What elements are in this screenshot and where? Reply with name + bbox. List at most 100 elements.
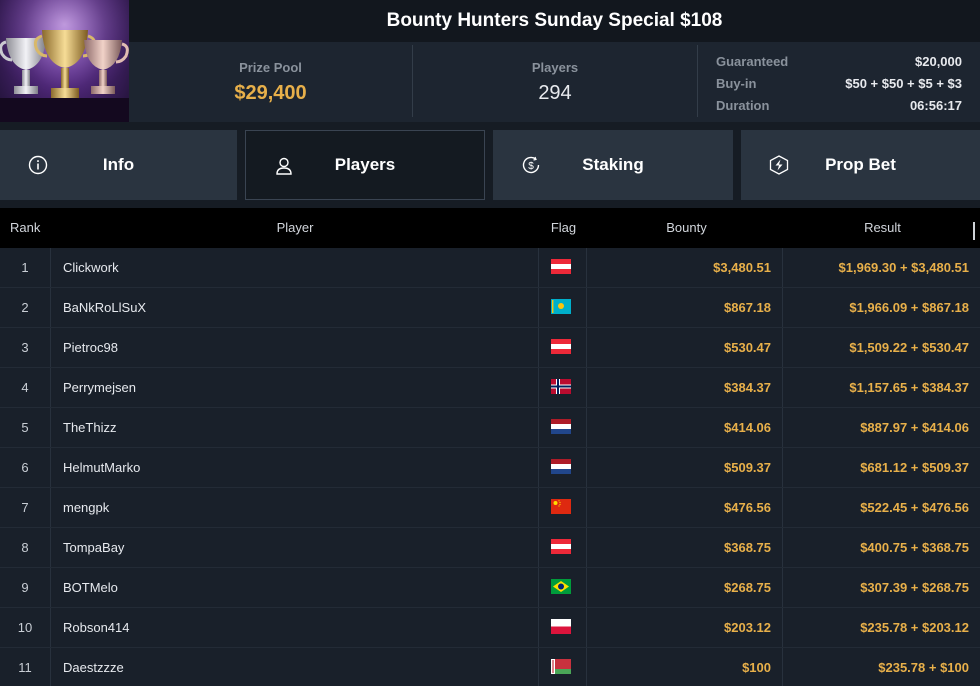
cell-divider [586,528,587,567]
player-name[interactable]: Clickwork [63,248,119,287]
result-cell: $522.45 + $476.56 [860,500,969,515]
flag-icon [551,499,571,514]
result-cell: $307.39 + $268.75 [860,580,969,595]
cell-divider [782,568,783,607]
player-name[interactable]: TheThizz [63,408,116,447]
rank-cell: 1 [21,260,29,275]
trophy-image [0,0,129,122]
title-bar: Bounty Hunters Sunday Special $108 [129,0,980,42]
flag-icon [551,619,571,634]
cell-divider [50,488,51,527]
table-row[interactable]: 5 TheThizz $414.06 $887.97 + $414.06 [0,408,980,448]
cell-divider [50,328,51,367]
column-player[interactable]: Player [50,208,540,248]
cell-divider [538,328,539,367]
cell-divider [586,328,587,367]
cell-divider [50,568,51,607]
players-label: Players [531,60,579,75]
cell-divider [586,248,587,287]
cell-divider [782,648,783,686]
duration-row: Duration 06:56:17 [716,94,962,116]
cell-divider [538,448,539,487]
result-cell: $887.97 + $414.06 [860,420,969,435]
column-flag[interactable]: Flag [540,208,587,248]
flag-icon [551,579,571,594]
bounty-cell: $867.18 [724,300,771,315]
column-bounty[interactable]: Bounty [590,208,783,248]
table-row[interactable]: 7 mengpk $476.56 $522.45 + $476.56 [0,488,980,528]
table-row[interactable]: 3 Pietroc98 $530.47 $1,509.22 + $530.47 [0,328,980,368]
player-name[interactable]: Daestzzze [63,648,124,686]
table-header: Rank Player Flag Bounty Result [0,208,980,248]
flag-icon [551,259,571,274]
cell-divider [50,368,51,407]
rank-cell: 5 [21,420,29,435]
table-row[interactable]: 8 TompaBay $368.75 $400.75 + $368.75 [0,528,980,568]
cell-divider [782,408,783,447]
column-result[interactable]: Result [785,208,980,248]
result-cell: $235.78 + $203.12 [860,620,969,635]
guaranteed-label: Guaranteed [716,53,789,69]
flag-icon [551,379,571,394]
tab-bar: Info Players $ Staking Prop Bet [0,122,980,208]
tournament-details: Guaranteed $20,000 Buy-in $50 + $50 + $5… [698,42,980,122]
dollar-coin-icon: $ [522,156,540,174]
cell-divider [50,408,51,447]
flag-icon [551,459,571,474]
cell-divider [538,648,539,686]
cell-divider [586,288,587,327]
rank-cell: 11 [18,660,32,675]
tab-players[interactable]: Players [245,130,485,200]
cell-divider [586,648,587,686]
player-name[interactable]: BOTMelo [63,568,118,607]
player-name[interactable]: BaNkRoLlSuX [63,288,146,327]
cell-divider [586,368,587,407]
result-cell: $681.12 + $509.37 [860,460,969,475]
table-row[interactable]: 11 Daestzzze $100 $235.78 + $100 [0,648,980,686]
cell-divider [538,568,539,607]
flag-icon [551,299,571,314]
buy-in-value: $50 + $50 + $5 + $3 [845,75,962,91]
flag-icon [551,539,571,554]
tournament-title: Bounty Hunters Sunday Special $108 [386,10,723,31]
player-name[interactable]: TompaBay [63,528,124,567]
cell-divider [50,288,51,327]
tab-info[interactable]: Info [0,130,237,200]
bounty-cell: $268.75 [724,580,771,595]
player-name[interactable]: Robson414 [63,608,130,647]
table-row[interactable]: 2 BaNkRoLlSuX $867.18 $1,966.09 + $867.18 [0,288,980,328]
bounty-cell: $530.47 [724,340,771,355]
player-name[interactable]: Pietroc98 [63,328,118,367]
table-row[interactable]: 1 Clickwork $3,480.51 $1,969.30 + $3,480.51 [0,248,980,288]
result-cell: $1,509.22 + $530.47 [849,340,969,355]
info-icon [28,155,48,175]
prize-pool-label: Prize Pool [239,60,302,75]
scrollbar[interactable] [973,222,975,240]
player-name[interactable]: HelmutMarko [63,448,140,487]
column-rank[interactable]: Rank [10,208,40,248]
cell-divider [50,528,51,567]
prize-pool-value: $29,400 [234,82,307,104]
rank-cell: 9 [21,580,29,595]
table-row[interactable]: 6 HelmutMarko $509.37 $681.12 + $509.37 [0,448,980,488]
rank-cell: 2 [21,300,29,315]
table-row[interactable]: 4 Perrymejsen $384.37 $1,157.65 + $384.37 [0,368,980,408]
cell-divider [538,288,539,327]
bounty-cell: $3,480.51 [713,260,771,275]
lightning-icon [769,155,789,175]
table-row[interactable]: 10 Robson414 $203.12 $235.78 + $203.12 [0,608,980,648]
table-row[interactable]: 9 BOTMelo $268.75 $307.39 + $268.75 [0,568,980,608]
cell-divider [586,568,587,607]
cell-divider [782,448,783,487]
cell-divider [782,528,783,567]
player-name[interactable]: mengpk [63,488,109,527]
tab-staking[interactable]: $ Staking [493,130,733,200]
svg-text:$: $ [528,161,534,172]
cell-divider [538,368,539,407]
flag-icon [551,339,571,354]
result-cell: $1,157.65 + $384.37 [849,380,969,395]
tab-prop-bet[interactable]: Prop Bet [741,130,980,200]
bounty-cell: $509.37 [724,460,771,475]
player-name[interactable]: Perrymejsen [63,368,136,407]
cell-divider [782,608,783,647]
